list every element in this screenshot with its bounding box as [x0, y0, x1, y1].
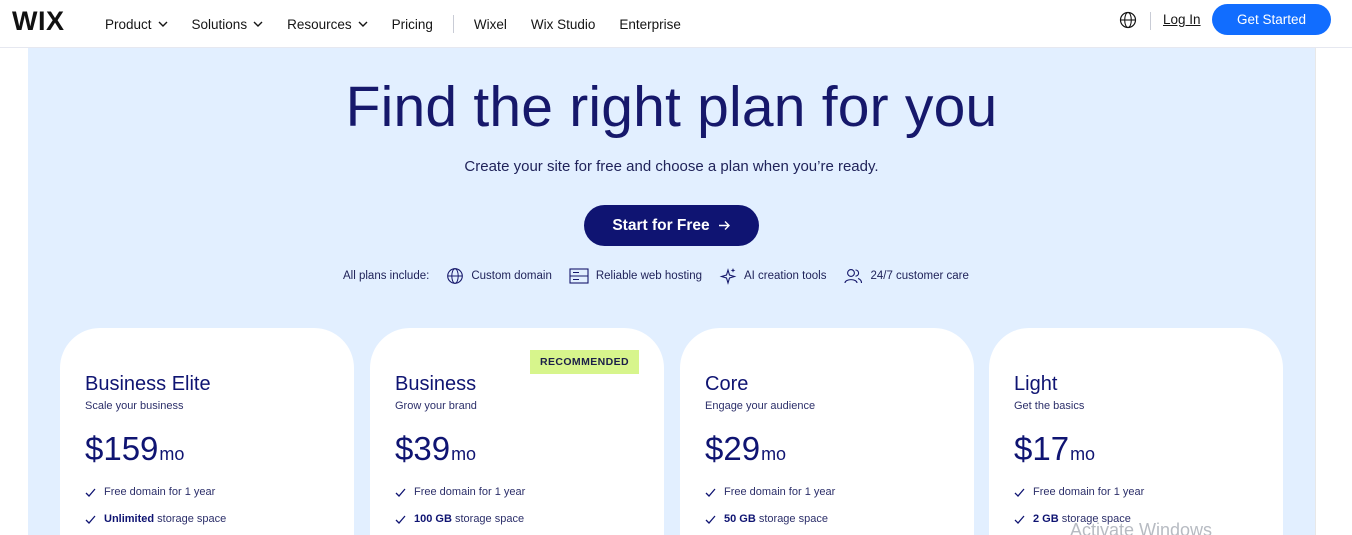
plan-price: $39 mo [395, 430, 476, 468]
plan-feature: Free domain for 1 year [85, 486, 215, 498]
feature-text: 50 GB storage space [724, 513, 828, 525]
nav-product[interactable]: Product [105, 17, 168, 32]
chevron-down-icon [158, 21, 168, 27]
feature-text: 100 GB storage space [414, 513, 525, 525]
plan-description: Scale your business [85, 400, 184, 412]
include-label: 24/7 customer care [870, 270, 969, 282]
includes-label: All plans include: [343, 270, 430, 282]
feature-text: Unlimited storage space [104, 513, 227, 525]
plan-feature: 50 GB storage space [705, 513, 828, 525]
plan-name: Core [705, 373, 749, 395]
plan-name: Business [395, 373, 477, 395]
plan-description: Get the basics [1014, 400, 1085, 412]
check-icon [85, 515, 96, 524]
plan-card-business[interactable]: RECOMMENDED Business Grow your brand $39… [370, 328, 664, 535]
check-icon [1014, 488, 1025, 497]
check-icon [395, 515, 406, 524]
wix-logo[interactable]: WIX [12, 6, 65, 37]
plan-name: Light [1014, 373, 1058, 395]
include-label: Reliable web hosting [595, 270, 702, 282]
arrow-right-icon [718, 221, 730, 230]
include-custom-domain: Custom domain [446, 267, 552, 285]
price-amount: $159 [85, 430, 159, 467]
plan-price: $17 mo [1014, 430, 1095, 468]
scrollbar[interactable] [1315, 48, 1352, 535]
feature-text: Free domain for 1 year [414, 486, 526, 498]
sparkle-icon [719, 268, 737, 285]
include-ai-tools: AI creation tools [719, 267, 826, 285]
page-title: Find the right plan for you [345, 75, 998, 139]
feature-text: Free domain for 1 year [1033, 486, 1145, 498]
nav-pricing[interactable]: Pricing [392, 17, 433, 32]
start-for-free-label: Start for Free [612, 216, 710, 234]
price-period: mo [761, 444, 787, 464]
check-icon [85, 488, 96, 497]
plan-card-core[interactable]: Core Engage your audience $29 mo Free do… [680, 328, 974, 535]
include-label: Custom domain [471, 270, 552, 282]
plan-feature: Unlimited storage space [85, 513, 226, 525]
plan-price: $159 mo [85, 430, 184, 468]
feature-text: Free domain for 1 year [104, 486, 216, 498]
globe-icon [447, 268, 464, 284]
nav-resources[interactable]: Resources [287, 17, 368, 32]
recommended-badge: RECOMMENDED [530, 350, 639, 374]
get-started-button[interactable]: Get Started [1212, 4, 1331, 35]
chevron-down-icon [253, 21, 263, 27]
price-amount: $39 [395, 430, 451, 467]
main-nav: Product Solutions Resources Pricing Wixe… [105, 0, 705, 48]
check-icon [705, 515, 716, 524]
price-period: mo [159, 444, 185, 464]
login-link[interactable]: Log In [1163, 12, 1201, 27]
language-globe-icon[interactable] [1119, 11, 1137, 29]
feature-text: Free domain for 1 year [724, 486, 836, 498]
price-amount: $17 [1014, 430, 1070, 467]
plan-feature: Free domain for 1 year [705, 486, 835, 498]
plan-feature: Free domain for 1 year [395, 486, 525, 498]
nav-divider [1150, 12, 1151, 30]
nav-wix-studio[interactable]: Wix Studio [531, 17, 596, 32]
plan-description: Grow your brand [395, 400, 477, 412]
include-web-hosting: Reliable web hosting [569, 267, 702, 285]
plan-feature: Free domain for 1 year [1014, 486, 1144, 498]
nav-solutions[interactable]: Solutions [192, 17, 264, 32]
people-icon [844, 269, 863, 284]
check-icon [395, 488, 406, 497]
nav-pricing-label: Pricing [391, 16, 433, 32]
nav-solutions-label: Solutions [191, 16, 248, 32]
plan-price: $29 mo [705, 430, 786, 468]
price-amount: $29 [705, 430, 761, 467]
nav-enterprise[interactable]: Enterprise [619, 17, 681, 32]
activate-windows-watermark: Activate Windows [1070, 520, 1213, 535]
plan-feature: 100 GB storage space [395, 513, 524, 525]
include-customer-care: 24/7 customer care [843, 267, 969, 285]
plan-card-business-elite[interactable]: Business Elite Scale your business $159 … [60, 328, 354, 535]
price-period: mo [1070, 444, 1096, 464]
top-nav: WIX Product Solutions Resources Pricing … [0, 0, 1352, 48]
plan-name: Business Elite [85, 373, 211, 395]
nav-resources-label: Resources [287, 16, 352, 32]
nav-product-label: Product [105, 16, 152, 32]
plans-include-row: All plans include: Custom domain Reliabl… [343, 267, 986, 285]
check-icon [1014, 515, 1025, 524]
start-for-free-button[interactable]: Start for Free [584, 205, 759, 246]
plan-card-light[interactable]: Light Get the basics $17 mo Free domain … [989, 328, 1283, 535]
page-subtitle: Create your site for free and choose a p… [464, 158, 879, 175]
chevron-down-icon [358, 21, 368, 27]
nav-separator [452, 15, 454, 33]
check-icon [705, 488, 716, 497]
pricing-hero: Find the right plan for you Create your … [28, 48, 1315, 535]
plan-description: Engage your audience [705, 400, 816, 412]
price-period: mo [451, 444, 477, 464]
server-icon [569, 268, 589, 284]
include-label: AI creation tools [743, 270, 827, 282]
nav-wixel[interactable]: Wixel [474, 17, 507, 32]
